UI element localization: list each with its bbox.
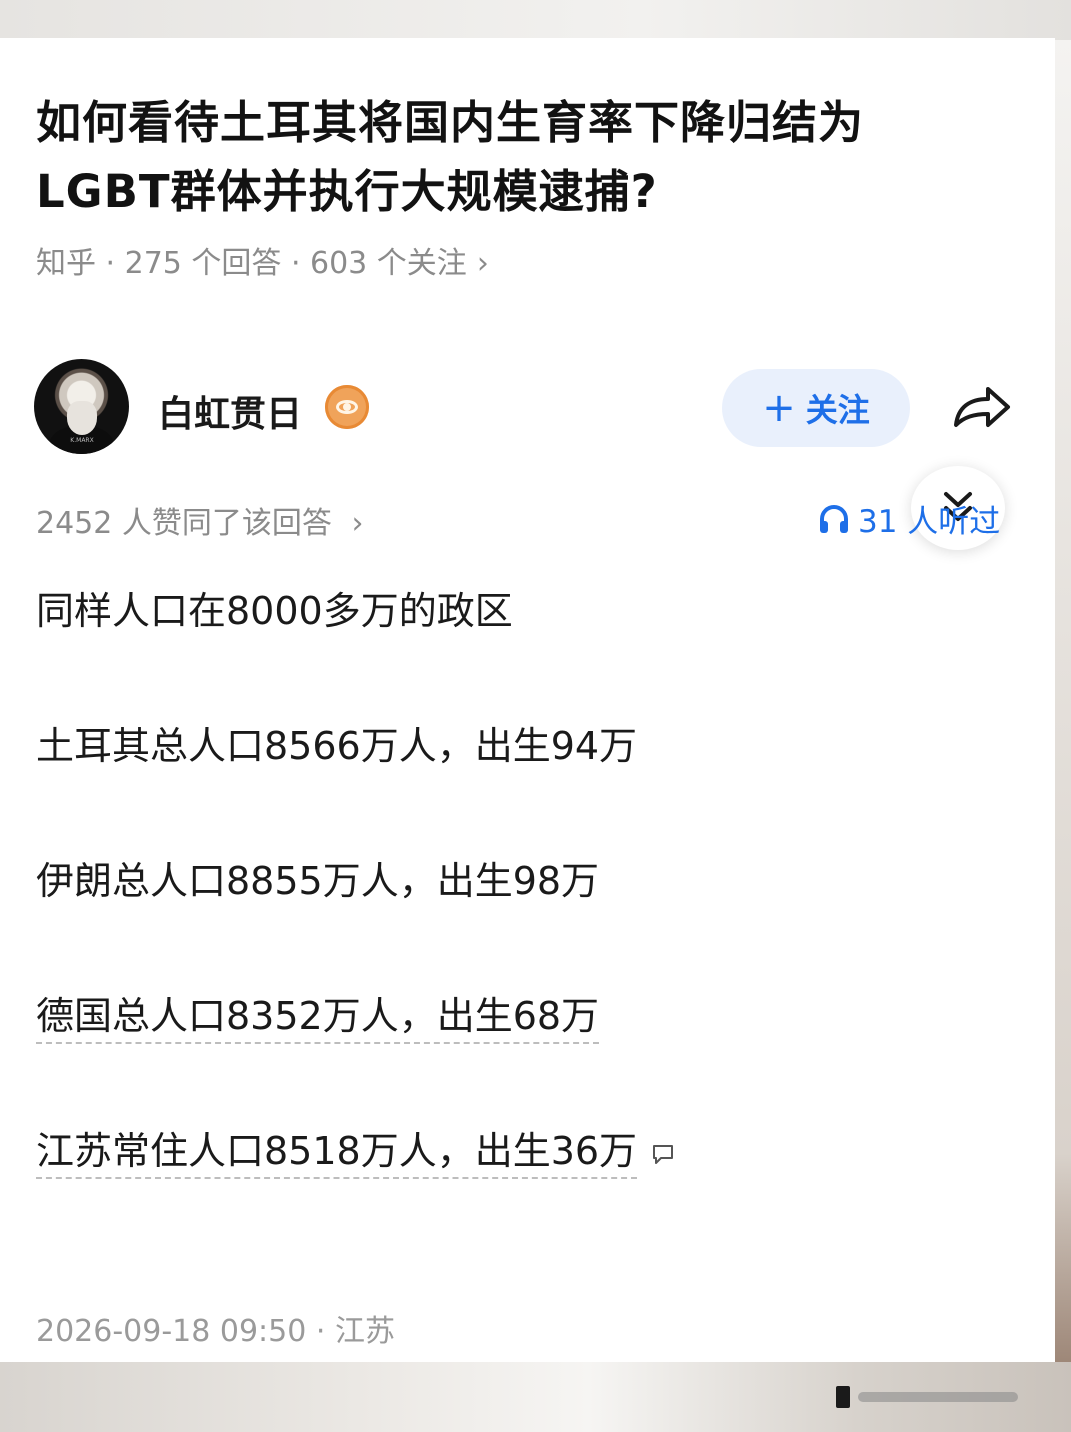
background-top	[0, 0, 1071, 40]
home-bar[interactable]	[858, 1392, 1018, 1402]
likes-count[interactable]: 2452 人赞同了该回答 ›	[36, 498, 363, 542]
bookmark-marker	[836, 1386, 850, 1408]
question-meta-text: 知乎 · 275 个回答 · 603 个关注	[36, 246, 467, 281]
timestamp: 2026-09-18 09:50 · 江苏	[36, 1314, 395, 1349]
avatar-beard	[67, 401, 97, 435]
verified-badge-icon	[325, 385, 369, 429]
annotated-text[interactable]: 德国总人口8352万人，出生68万	[36, 994, 600, 1044]
question-meta[interactable]: 知乎 · 275 个回答 · 603 个关注 ›	[36, 238, 489, 282]
follow-label: 关注	[805, 391, 870, 429]
background-right	[1055, 40, 1071, 1432]
answer-paragraph: 伊朗总人口8855万人，出生98万	[36, 859, 600, 903]
chevron-right-icon: ›	[476, 246, 489, 281]
answer-card: 如何看待土耳其将国内生育率下降归结为LGBT群体并执行大规模逮捕? 知乎 · 2…	[0, 38, 1055, 1362]
answer-paragraph: 同样人口在8000多万的政区	[36, 589, 513, 633]
avatar[interactable]: K.MARX	[34, 359, 129, 454]
author-name[interactable]: 白虹贯日	[158, 385, 302, 437]
answer-paragraph[interactable]: 江苏常住人口8518万人，出生36万	[36, 1120, 675, 1179]
annotated-text[interactable]: 江苏常住人口8518万人，出生36万	[36, 1129, 638, 1179]
plus-icon: +	[762, 385, 796, 431]
share-icon[interactable]	[950, 383, 1012, 431]
avatar-caption: K.MARX	[70, 437, 94, 444]
answer-paragraph[interactable]: 德国总人口8352万人，出生68万	[36, 985, 600, 1044]
likes-text: 2452 人赞同了该回答	[36, 506, 332, 541]
headphones-icon	[820, 504, 848, 533]
answer-paragraph: 土耳其总人口8566万人，出生94万	[36, 724, 638, 768]
chevron-right-icon: ›	[351, 506, 364, 541]
comment-icon[interactable]	[651, 1142, 675, 1166]
follow-button[interactable]: + 关注	[722, 369, 910, 447]
listen-count[interactable]: 31 人听过	[818, 496, 1000, 541]
listen-text: 31 人听过	[858, 504, 1001, 540]
question-title[interactable]: 如何看待土耳其将国内生育率下降归结为LGBT群体并执行大规模逮捕?	[36, 88, 996, 226]
